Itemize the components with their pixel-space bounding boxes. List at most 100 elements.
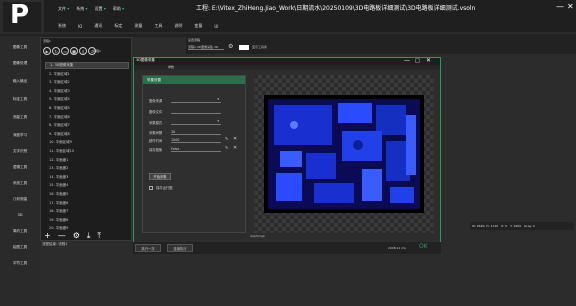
sidebar-item-system[interactable]: 系统工具: [0, 176, 40, 190]
flow-step[interactable]: 14. 平面度3: [45, 174, 129, 181]
import-icon[interactable]: ⤓: [87, 231, 91, 241]
flow-toolbar: + — ⚙ ⤓ ⤒: [40, 230, 132, 241]
dialog-minimize-icon[interactable]: —: [404, 57, 410, 64]
menubar-variables[interactable]: 变量: [194, 23, 202, 29]
save-image-label: 保存图像: [149, 148, 163, 152]
sidebar-item-io[interactable]: 输入输出: [0, 74, 40, 88]
sidebar-item-deep-learning[interactable]: 深度学习: [0, 128, 40, 142]
edit-icon[interactable]: ✎: [225, 136, 228, 141]
window-title: 工程: E:\Vitex_ZhiHeng.Jiao_Work\日期流水\2025…: [196, 5, 476, 12]
sidebar-item-logic[interactable]: 逻辑工具: [0, 160, 40, 174]
flow-step[interactable]: 16. 平面度5: [45, 191, 129, 198]
menu-file[interactable]: 文件: [58, 6, 69, 12]
dialog-restore-icon[interactable]: □: [415, 58, 420, 64]
remove-icon[interactable]: —: [58, 231, 66, 240]
close-button[interactable]: ✕: [567, 2, 574, 11]
clear-icon[interactable]: ✕: [233, 145, 237, 151]
camera-select[interactable]: 流程1.3D图像采集.3D: [188, 45, 224, 50]
start-capture-button[interactable]: 开始采集: [149, 173, 171, 180]
display-toolbar-label: 显示工具条: [252, 45, 268, 49]
capture-interval-input[interactable]: 30: [171, 130, 221, 135]
capture-mode-select[interactable]: [171, 119, 221, 125]
step-icon[interactable]: ⇒: [61, 47, 69, 55]
capture-mode-label: 采集模式: [149, 121, 163, 125]
menubar-system[interactable]: 系统: [58, 23, 66, 29]
flow-step[interactable]: 12. 平面度1: [45, 157, 129, 164]
sidebar-item-draw[interactable]: 绘图工具: [0, 240, 40, 254]
flow-step[interactable]: 5. 平面区域4: [45, 96, 129, 103]
sidebar-item-ocr[interactable]: 文字识别: [0, 144, 40, 158]
save-run-checkbox[interactable]: [149, 186, 153, 190]
minimize-button[interactable]: —: [556, 2, 564, 11]
flow-status: 流程结束: 流程1: [42, 242, 68, 246]
sidebar-item-geometry[interactable]: 几何测量: [0, 192, 40, 206]
clear-icon[interactable]: ✕: [233, 136, 237, 142]
gear-icon[interactable]: ⚙: [73, 231, 80, 240]
edit-icon[interactable]: ✎: [225, 145, 228, 150]
sidebar-item-calibration[interactable]: 标定工具: [0, 92, 40, 106]
flow-step[interactable]: 6. 平面区域5: [45, 105, 129, 112]
run-icon[interactable]: ▶: [43, 47, 51, 55]
acquisition-dialog: 3D图像采集 — □ ✕ 参数 采集设置 图像来源 图像文件 采集模式 采集间隔…: [133, 57, 441, 247]
sidebar-item-string[interactable]: 字符工具: [0, 256, 40, 270]
flow-step[interactable]: 2. 平面区域1: [45, 71, 129, 78]
tab-parameters[interactable]: 参数: [134, 65, 440, 70]
image-file-input[interactable]: [171, 109, 221, 114]
title-bar: 文件 系统 设置 帮助 工程: E:\Vitex_ZhiHeng.Jiao_Wo…: [44, 0, 576, 20]
menu-bar: 系统 IO 通讯 标定 测量 工具 说明 变量 UI: [44, 20, 576, 32]
menubar-calibration[interactable]: 标定: [114, 23, 122, 29]
image-viewer[interactable]: [254, 75, 434, 233]
loop-icon[interactable]: ↻: [52, 47, 60, 55]
capture-interval-label: 采集间隔: [149, 131, 163, 135]
stop-icon[interactable]: ■: [70, 47, 78, 55]
flow-step[interactable]: 18. 平面度7: [45, 208, 129, 215]
gear-icon[interactable]: ⚙: [228, 43, 233, 50]
run-once-button[interactable]: 执行一次: [135, 244, 161, 252]
save-run-label: 保存运行图: [156, 186, 173, 190]
menubar-ui[interactable]: UI: [214, 24, 218, 29]
toggle-switch[interactable]: [239, 45, 249, 50]
flow-step[interactable]: 17. 平面度6: [45, 200, 129, 207]
menubar-measure[interactable]: 测量: [134, 23, 142, 29]
image-source-label: 图像来源: [149, 99, 163, 103]
sidebar-item-measure[interactable]: 测量工具: [0, 110, 40, 124]
bottom-bar: 执行一次 连续执行 2008.11 ms OK: [133, 242, 441, 254]
menu-settings[interactable]: 设置: [95, 6, 106, 12]
timeout-input[interactable]: 1000: [171, 138, 221, 143]
dialog-status: depth/rgb: [250, 234, 265, 238]
flow-step[interactable]: 8. 平面区域7: [45, 122, 129, 129]
flow-step[interactable]: 13. 平面度2: [45, 165, 129, 172]
flow-step[interactable]: 11. 平面区域10: [45, 148, 129, 155]
flow-step[interactable]: 9. 平面区域8: [45, 131, 129, 138]
flow-step[interactable]: 4. 平面区域3: [45, 88, 129, 95]
sidebar-item-3d[interactable]: 3D: [0, 208, 40, 222]
pause-icon[interactable]: ❙: [79, 47, 87, 55]
menubar-help[interactable]: 说明: [174, 23, 182, 29]
flow-step[interactable]: 1. 3D图像采集: [45, 62, 129, 69]
menubar-tools[interactable]: 工具: [154, 23, 162, 29]
add-icon[interactable]: +: [44, 231, 51, 240]
flow-step[interactable]: 15. 平面度4: [45, 182, 129, 189]
menu-help[interactable]: 帮助: [113, 6, 124, 12]
image-source-select[interactable]: [171, 97, 221, 103]
menu-system[interactable]: 系统: [76, 6, 87, 12]
run-loop-button[interactable]: 连续执行: [167, 244, 193, 252]
menubar-comm[interactable]: 通讯: [94, 23, 102, 29]
flow-step[interactable]: 19. 平面度8: [45, 217, 129, 224]
flow-header: 流程1: [43, 39, 51, 43]
sidebar-item-image-processing[interactable]: 图像处理: [0, 56, 40, 70]
export-icon[interactable]: ⤒: [97, 231, 101, 241]
app-window: P 文件 系统 设置 帮助 工程: E:\Vitex_ZhiHeng.Jiao_…: [0, 0, 576, 306]
parameter-panel: 采集设置 图像来源 图像文件 采集模式 采集间隔 30 超时时间 1000 ✎ …: [142, 75, 246, 233]
dialog-close-icon[interactable]: ✕: [426, 57, 431, 64]
save-image-input[interactable]: False: [171, 147, 221, 152]
flow-step[interactable]: 3. 平面区域2: [45, 79, 129, 86]
image-size-readout: W: 2640, H: 1720: [472, 224, 499, 228]
flow-step[interactable]: 7. 平面区域6: [45, 114, 129, 121]
app-logo: P: [3, 0, 41, 32]
sidebar-item-image-tools[interactable]: 图像工具: [0, 40, 40, 54]
sidebar-item-simple[interactable]: 简约工具: [0, 224, 40, 238]
menubar-io[interactable]: IO: [78, 24, 82, 29]
flow-step[interactable]: 10. 平面区域9: [45, 139, 129, 146]
image-file-label: 图像文件: [149, 110, 163, 114]
